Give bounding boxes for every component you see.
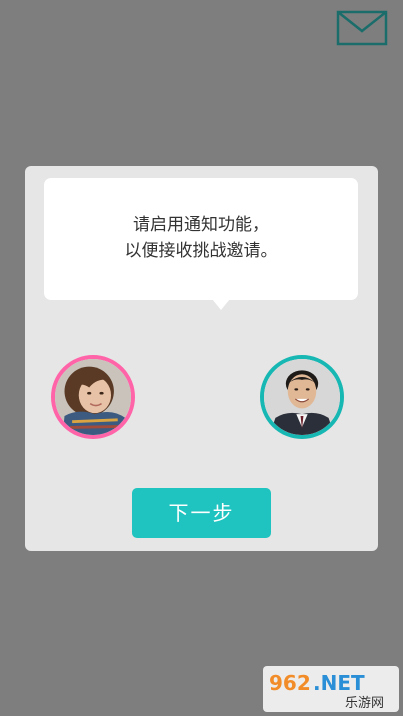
message-line-1: 请启用通知功能， bbox=[133, 215, 269, 235]
message-text: 请启用通知功能， 以便接收挑战邀请。 bbox=[44, 212, 358, 264]
svg-text:.NET: .NET bbox=[313, 671, 365, 695]
female-avatar bbox=[51, 355, 135, 439]
male-avatar bbox=[260, 355, 344, 439]
message-line-2: 以便接收挑战邀请。 bbox=[124, 241, 278, 261]
watermark-logo: 962 .NET 乐游网 bbox=[263, 666, 399, 712]
svg-text:乐游网: 乐游网 bbox=[345, 696, 384, 711]
message-bubble: 请启用通知功能， 以便接收挑战邀请。 bbox=[44, 178, 358, 310]
mail-icon[interactable] bbox=[336, 10, 388, 46]
notification-dialog: 请启用通知功能， 以便接收挑战邀请。 下一步 bbox=[25, 166, 378, 551]
next-button[interactable]: 下一步 bbox=[132, 488, 271, 538]
svg-text:962: 962 bbox=[269, 671, 311, 695]
